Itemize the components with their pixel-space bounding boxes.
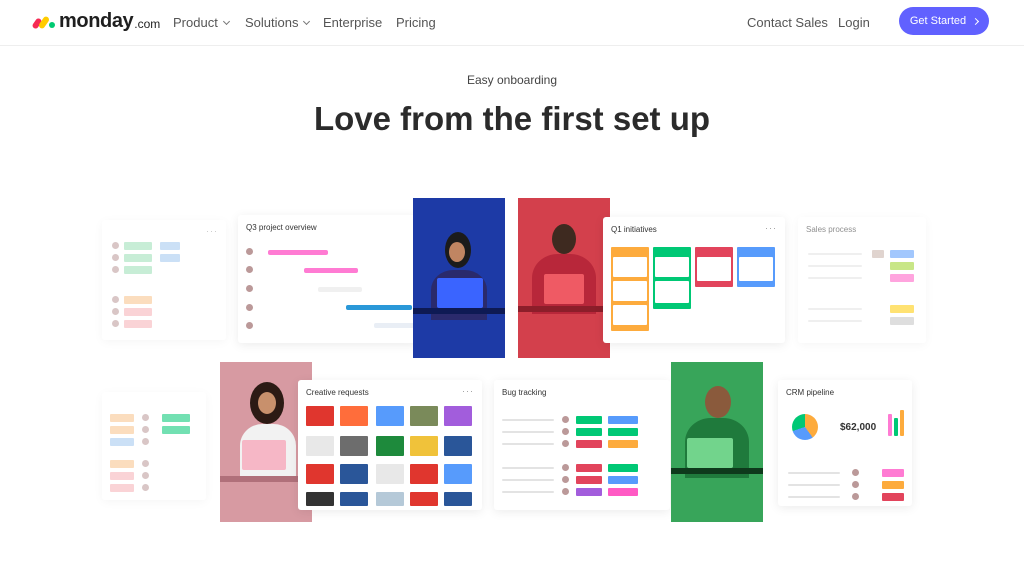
q3-project-card: Q3 project overview	[238, 215, 418, 343]
creative-requests-card: Creative requests ···	[298, 380, 482, 510]
more-icon: ···	[462, 386, 474, 396]
nav-enterprise[interactable]: Enterprise	[323, 15, 382, 30]
crm-card-title: CRM pipeline	[786, 388, 835, 397]
chevron-right-icon	[972, 17, 980, 25]
creative-card-title: Creative requests	[306, 388, 369, 397]
get-started-button[interactable]: Get Started	[899, 7, 989, 35]
q1-card-title: Q1 initiatives	[611, 225, 657, 234]
sales-process-card: Sales process	[798, 217, 926, 343]
q3-card-title: Q3 project overview	[246, 223, 317, 232]
top-navbar: monday .com Product Solutions Enterprise…	[0, 0, 1024, 46]
chevron-down-icon	[222, 17, 230, 26]
monday-logo[interactable]: monday .com	[31, 10, 161, 33]
q1-initiatives-card: Q1 initiatives ···	[603, 217, 785, 343]
nav-product[interactable]: Product	[173, 15, 230, 30]
hero-eyebrow: Easy onboarding	[466, 73, 558, 87]
crm-pipeline-card: CRM pipeline $62,000	[778, 380, 912, 506]
monday-logo-icon	[31, 14, 56, 30]
nav-product-label: Product	[173, 15, 218, 30]
more-icon: ···	[206, 226, 218, 236]
nav-solutions[interactable]: Solutions	[245, 15, 311, 30]
sales-card-title: Sales process	[806, 225, 857, 234]
nav-solutions-label: Solutions	[245, 15, 299, 30]
crm-pie-chart	[792, 414, 818, 440]
board-card-left-bottom	[102, 392, 206, 500]
logo-text: monday	[59, 10, 134, 32]
hero-headline: Love from the first set up	[313, 100, 711, 137]
photo-man-red	[518, 198, 610, 358]
contact-sales-link[interactable]: Contact Sales	[747, 15, 828, 30]
photo-man-green	[671, 362, 763, 522]
get-started-label: Get Started	[909, 15, 967, 27]
chevron-down-icon	[303, 17, 311, 26]
crm-value: $62,000	[840, 422, 877, 433]
bug-tracking-card: Bug tracking	[494, 380, 670, 510]
nav-pricing[interactable]: Pricing	[396, 15, 436, 30]
more-icon: ···	[765, 223, 777, 233]
photo-woman-blue	[413, 198, 505, 358]
board-card-left-top: ···	[102, 220, 226, 340]
login-link[interactable]: Login	[838, 15, 870, 30]
logo-suffix: .com	[134, 17, 161, 31]
bug-card-title: Bug tracking	[502, 388, 547, 397]
